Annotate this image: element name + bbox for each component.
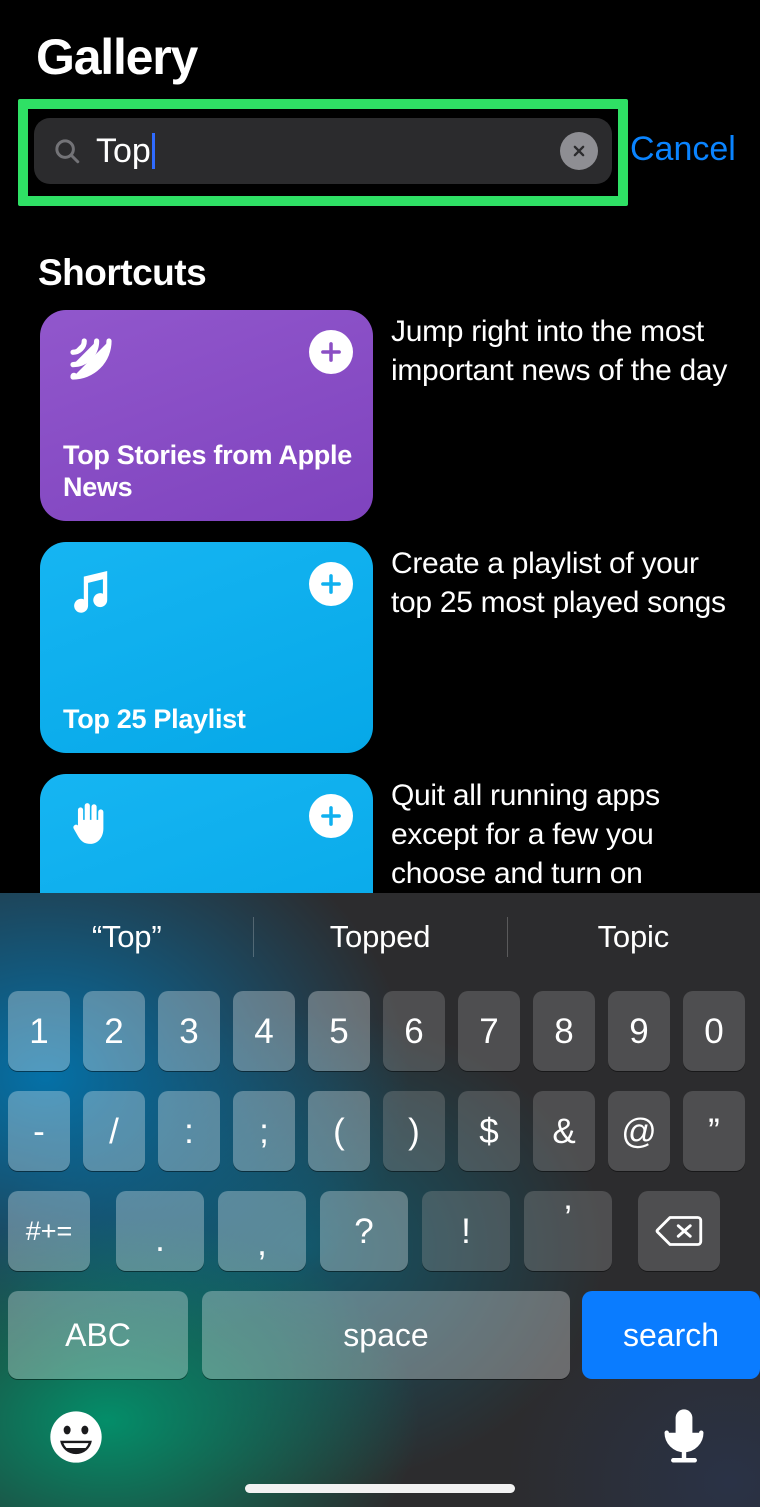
key-semicolon[interactable]: ; — [233, 1091, 295, 1171]
key-4[interactable]: 4 — [233, 991, 295, 1071]
section-header-shortcuts: Shortcuts — [38, 252, 206, 294]
search-field[interactable]: Top — [34, 118, 612, 184]
suggestion-item[interactable]: Topped — [253, 919, 506, 955]
keyboard-row-numbers: 1 2 3 4 5 6 7 8 9 0 — [0, 991, 760, 1071]
keyboard-row-bottom: ABC space search — [0, 1291, 760, 1379]
backspace-icon[interactable] — [638, 1191, 720, 1271]
key-8[interactable]: 8 — [533, 991, 595, 1071]
key-slash[interactable]: / — [83, 1091, 145, 1171]
shortcut-card[interactable]: Top 25 Playlist — [40, 542, 373, 753]
key-comma[interactable]: , — [218, 1191, 306, 1271]
list-item[interactable]: Top 25 Playlist Create a playlist of you… — [0, 542, 760, 753]
keyboard-row-punctuation: #+= . , ? ! ’ — [0, 1191, 760, 1271]
add-shortcut-button[interactable] — [309, 794, 353, 838]
raised-hand-icon — [62, 794, 120, 852]
suggestion-item[interactable]: Topic — [507, 919, 760, 955]
add-shortcut-button[interactable] — [309, 330, 353, 374]
key-hyphen[interactable]: - — [8, 1091, 70, 1171]
key-9[interactable]: 9 — [608, 991, 670, 1071]
keyboard-row-symbols: - / : ; ( ) $ & @ ” — [0, 1091, 760, 1171]
rss-news-icon — [62, 330, 120, 388]
key-abc-toggle[interactable]: ABC — [8, 1291, 188, 1379]
key-apostrophe[interactable]: ’ — [524, 1191, 612, 1271]
phone-screen: Gallery Top Cancel Shortcuts — [0, 0, 760, 1507]
shortcut-description: Create a playlist of your top 25 most pl… — [391, 542, 746, 753]
key-paren-open[interactable]: ( — [308, 1091, 370, 1171]
key-5[interactable]: 5 — [308, 991, 370, 1071]
key-6[interactable]: 6 — [383, 991, 445, 1071]
key-3[interactable]: 3 — [158, 991, 220, 1071]
search-icon — [52, 136, 82, 166]
key-7[interactable]: 7 — [458, 991, 520, 1071]
key-ampersand[interactable]: & — [533, 1091, 595, 1171]
search-bar: Top Cancel — [0, 118, 760, 186]
shortcut-card[interactable] — [40, 774, 373, 893]
key-colon[interactable]: : — [158, 1091, 220, 1171]
list-item[interactable]: Quit all running apps except for a few y… — [0, 774, 760, 893]
clear-search-button[interactable] — [560, 132, 598, 170]
key-exclamation[interactable]: ! — [422, 1191, 510, 1271]
list-item[interactable]: Top Stories from Apple News Jump right i… — [0, 310, 760, 521]
shortcut-card-title: Top 25 Playlist — [63, 704, 353, 736]
page-title: Gallery — [36, 32, 197, 82]
key-dollar[interactable]: $ — [458, 1091, 520, 1171]
key-question[interactable]: ? — [320, 1191, 408, 1271]
search-input-text: Top — [96, 133, 151, 169]
shortcut-description: Quit all running apps except for a few y… — [391, 774, 746, 893]
key-period[interactable]: . — [116, 1191, 204, 1271]
key-quote-double[interactable]: ” — [683, 1091, 745, 1171]
predictive-suggestion-bar[interactable]: “Top” Topped Topic — [0, 893, 760, 981]
key-at[interactable]: @ — [608, 1091, 670, 1171]
search-input[interactable]: Top — [96, 133, 560, 169]
cancel-button[interactable]: Cancel — [630, 132, 736, 166]
shortcut-description: Jump right into the most important news … — [391, 310, 746, 521]
text-cursor — [152, 133, 155, 169]
shortcut-card-title: Top Stories from Apple News — [63, 440, 353, 504]
key-0[interactable]: 0 — [683, 991, 745, 1071]
key-search[interactable]: search — [582, 1291, 760, 1379]
shortcut-card[interactable]: Top Stories from Apple News — [40, 310, 373, 521]
key-paren-close[interactable]: ) — [383, 1091, 445, 1171]
key-symbols-toggle[interactable]: #+= — [8, 1191, 90, 1271]
on-screen-keyboard[interactable]: “Top” Topped Topic 1 2 3 4 5 6 7 8 9 0 -… — [0, 893, 760, 1507]
microphone-icon[interactable] — [656, 1405, 712, 1467]
key-1[interactable]: 1 — [8, 991, 70, 1071]
key-2[interactable]: 2 — [83, 991, 145, 1071]
home-indicator — [245, 1484, 515, 1493]
music-note-icon — [62, 562, 120, 620]
emoji-smiley-icon[interactable] — [48, 1409, 104, 1465]
key-space[interactable]: space — [202, 1291, 570, 1379]
suggestion-item[interactable]: “Top” — [0, 919, 253, 955]
add-shortcut-button[interactable] — [309, 562, 353, 606]
gallery-results-list[interactable]: Shortcuts Top St — [0, 212, 760, 893]
